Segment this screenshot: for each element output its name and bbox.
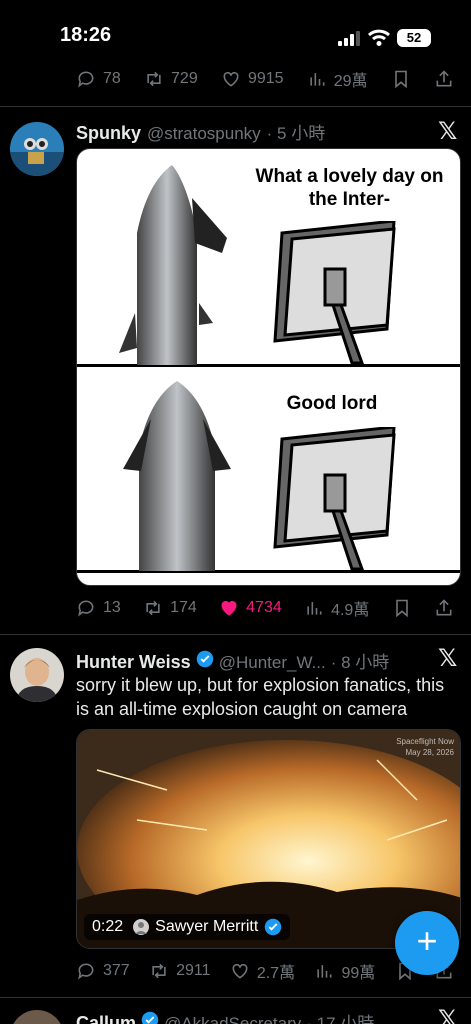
reply-button[interactable]: 377 [76, 961, 130, 981]
tweet-time: · 8 小時 [330, 653, 390, 672]
repost-icon [152, 963, 166, 979]
views-button[interactable]: 4.9萬 [304, 596, 369, 620]
compose-button[interactable]: + [395, 911, 459, 975]
tweet-header: Hunter Weiss @Hunter_W... · 8 小時 [76, 648, 389, 673]
meme-image[interactable]: What a lovely day on the Inter- Good lor… [76, 148, 461, 586]
views-icon [310, 73, 325, 86]
bookmark-button[interactable] [391, 69, 411, 89]
reply-button[interactable]: 78 [76, 69, 121, 89]
views-button[interactable]: 29萬 [307, 67, 368, 91]
author-handle[interactable]: @Hunter_W... [219, 653, 326, 673]
tweet-time: · 17 小時 [306, 1014, 375, 1024]
repost-icon [147, 71, 161, 87]
x-logo-icon[interactable]: 𝕏 [438, 117, 457, 145]
reply-icon [78, 600, 94, 617]
views-button[interactable]: 99萬 [314, 959, 375, 983]
monitor-illustration [273, 427, 396, 571]
views-icon [307, 602, 322, 615]
author-handle[interactable]: @AkkadSecretary [164, 1014, 301, 1024]
tweet-header: Callum @AkkadSecretary · 17 小時 [76, 1009, 374, 1024]
tweet-time: · 5 小時 [266, 124, 326, 143]
repost-icon [146, 600, 160, 616]
watermark-line: May 28, 2026 [405, 748, 454, 757]
avatar[interactable] [10, 122, 64, 176]
tweet-actions: 13 174 4734 4.9萬 [76, 596, 454, 620]
x-logo-icon[interactable]: 𝕏 [438, 1005, 457, 1024]
like-button[interactable]: 2.7萬 [230, 959, 295, 983]
divider [0, 997, 471, 998]
like-button[interactable]: 4734 [219, 598, 282, 618]
like-count: 9915 [247, 70, 284, 87]
x-logo-icon[interactable]: 𝕏 [438, 644, 457, 672]
reply-button[interactable]: 13 [76, 598, 121, 618]
verified-badge-icon [265, 918, 282, 936]
starship-illustration [123, 381, 231, 571]
like-button[interactable]: 9915 [221, 69, 284, 89]
author-handle[interactable]: @stratospunky [147, 124, 261, 144]
avatar[interactable] [10, 648, 64, 702]
video-duration: 0:22 [92, 918, 124, 935]
heart-filled-icon [221, 600, 237, 616]
repost-button[interactable]: 729 [144, 69, 198, 89]
divider [0, 106, 471, 107]
views-icon [317, 965, 332, 978]
reply-count: 78 [103, 70, 121, 87]
heart-icon [232, 963, 248, 979]
signal-icon [338, 31, 360, 46]
share-icon [436, 70, 452, 87]
like-count: 4734 [246, 599, 282, 616]
reply-icon [78, 963, 94, 980]
reply-icon [78, 71, 94, 88]
bookmark-icon [395, 599, 408, 618]
credit-name: Sawyer Merritt [155, 918, 259, 935]
share-icon [436, 599, 452, 616]
video-info-pill: 0:22 Sawyer Merritt [84, 914, 291, 940]
avatar[interactable] [10, 1010, 64, 1024]
tweet-header: Spunky @stratospunky · 5 小時 [76, 119, 325, 144]
repost-button[interactable]: 2911 [149, 961, 210, 981]
meme-caption-bottom: Good lord [286, 393, 378, 414]
repost-count: 2911 [176, 962, 211, 979]
tweet-actions: 377 2911 2.7萬 99萬 [76, 959, 454, 983]
bookmark-button[interactable] [392, 598, 412, 618]
reply-count: 377 [103, 962, 130, 979]
wifi-icon [368, 29, 390, 46]
video-credit[interactable]: Sawyer Merritt [133, 918, 282, 936]
verified-badge-icon [141, 1011, 159, 1024]
watermark-line: Spaceflight Now [396, 737, 454, 746]
starship-illustration [119, 165, 227, 365]
author-name[interactable]: Spunky [76, 123, 141, 144]
monitor-illustration [273, 221, 396, 365]
bookmark-icon [394, 70, 407, 89]
meme-caption-top: What a lovely day on the Inter- [255, 166, 444, 210]
views-count: 29萬 [333, 73, 368, 90]
credit-avatar-icon [133, 919, 150, 935]
verified-badge-icon [196, 650, 213, 668]
share-button[interactable] [434, 598, 454, 618]
tweet-text: sorry it blew up, but for explosion fana… [76, 675, 445, 719]
author-name[interactable]: Callum [76, 1013, 136, 1024]
share-button[interactable] [434, 69, 454, 89]
repost-count: 729 [171, 70, 198, 87]
prev-tweet-actions: 78 729 9915 29萬 [76, 67, 454, 91]
repost-button[interactable]: 174 [143, 598, 197, 618]
status-time: 18:26 [60, 24, 112, 46]
battery-icon: 52 [397, 29, 431, 47]
reply-count: 13 [103, 599, 121, 616]
like-count: 2.7萬 [256, 965, 296, 982]
views-count: 4.9萬 [331, 602, 370, 619]
heart-icon [223, 71, 239, 87]
repost-count: 174 [170, 599, 197, 616]
author-name[interactable]: Hunter Weiss [76, 652, 191, 673]
views-count: 99萬 [341, 965, 376, 982]
divider [0, 634, 471, 635]
video-watermark: Spaceflight Now May 28, 2026 [396, 736, 454, 758]
